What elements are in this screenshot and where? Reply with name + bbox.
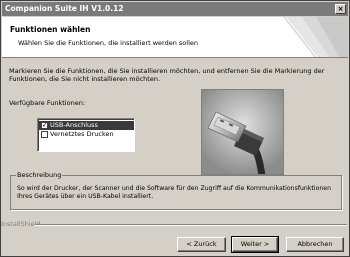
footer-separator [35,224,347,226]
features-list[interactable]: ✓ USB-Anschluss Vernetztes Drucken [37,118,135,152]
wizard-header: Funktionen wählen Wählen Sie die Funktio… [2,17,348,58]
cancel-button[interactable]: Abbrechen [286,237,344,252]
features-list-label: Verfügbare Funktionen: [9,99,85,107]
description-text: So wird der Drucker, der Scanner und die… [17,185,332,200]
checkmark-icon: ✓ [42,121,48,129]
description-group: Beschreibung So wird der Drucker, der Sc… [10,171,342,210]
feature-label-usb: USB-Anschluss [50,121,98,129]
instructions-text: Markieren Sie die Funktionen, die Sie in… [9,67,325,83]
close-button[interactable]: × [335,4,346,14]
feature-item-usb[interactable]: ✓ USB-Anschluss [39,121,134,130]
installer-window: Companion Suite IH V1.0.12 × Funktionen … [0,0,350,257]
window-title: Companion Suite IH V1.0.12 [5,4,124,13]
usb-connector-image [201,89,284,175]
title-bar[interactable]: Companion Suite IH V1.0.12 × [2,2,348,16]
header-decoration-graphic [283,17,348,57]
feature-checkbox-network[interactable] [41,131,48,138]
feature-item-network[interactable]: Vernetztes Drucken [39,130,134,139]
next-button[interactable]: Weiter > [231,236,279,253]
page-subtitle: Wählen Sie die Funktionen, die installie… [18,39,199,47]
feature-checkbox-usb[interactable]: ✓ [41,121,48,129]
description-legend: Beschreibung [16,171,63,179]
usb-plug-illustration [202,90,283,174]
page-title: Funktionen wählen [10,25,91,34]
close-icon: × [337,5,344,13]
back-button[interactable]: < Zurück [177,237,226,252]
feature-label-network: Vernetztes Drucken [50,130,114,138]
